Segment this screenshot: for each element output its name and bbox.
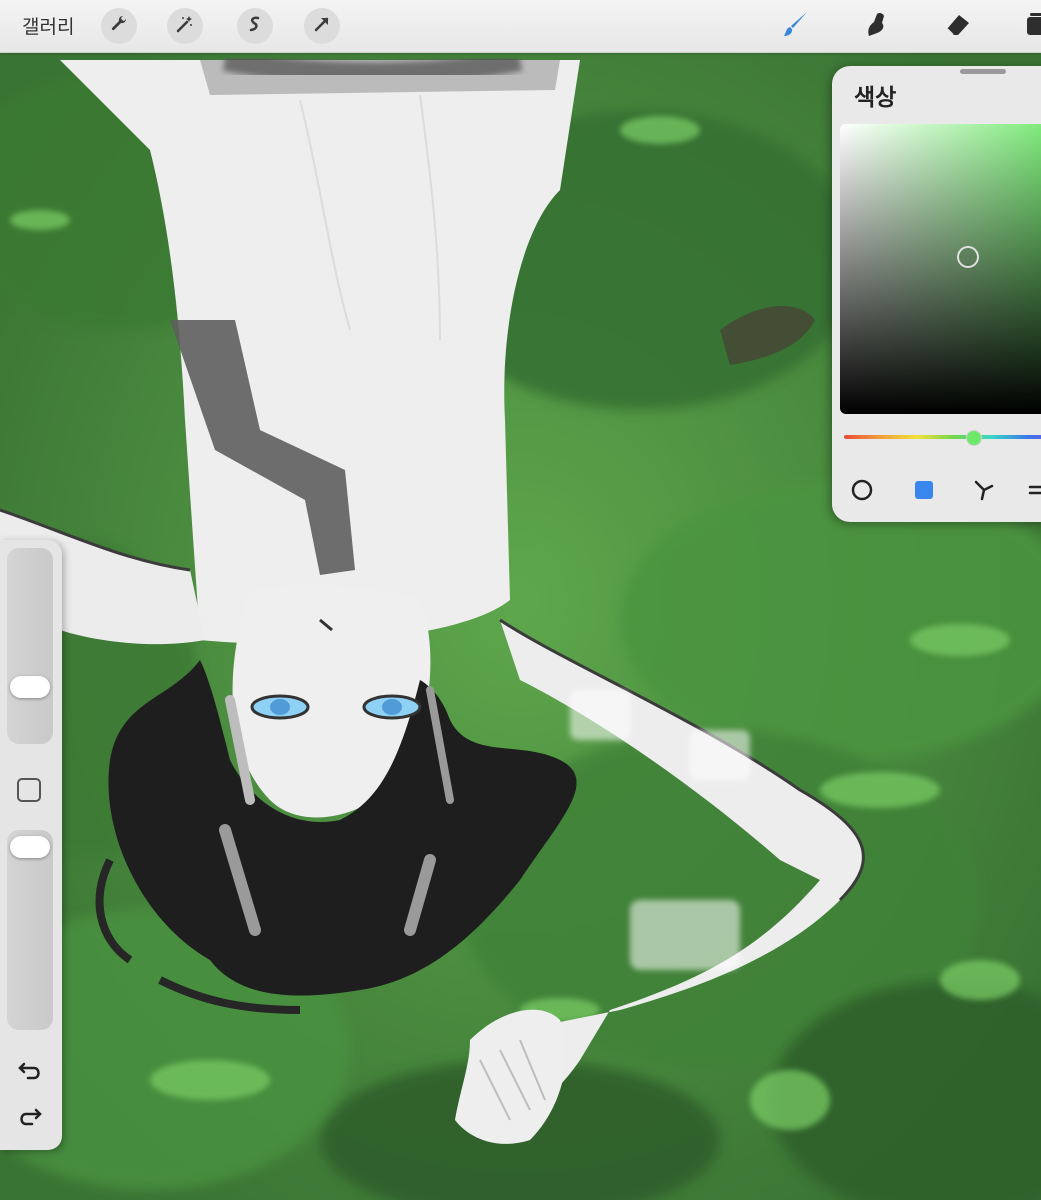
- hue-slider[interactable]: [844, 435, 1041, 439]
- harmony-mode-button[interactable]: [972, 480, 996, 504]
- selection-button[interactable]: [237, 8, 273, 44]
- color-panel: 색상: [832, 66, 1041, 522]
- opacity-slider[interactable]: [7, 830, 53, 1030]
- modify-button[interactable]: [17, 778, 41, 802]
- brush-size-slider[interactable]: [7, 548, 53, 744]
- saturation-brightness-field[interactable]: [840, 124, 1041, 414]
- actions-button[interactable]: [101, 8, 137, 44]
- wrench-icon: [109, 14, 129, 39]
- value-icon: [1028, 478, 1041, 507]
- brush-tool-button[interactable]: [778, 8, 814, 44]
- layers-icon: [1023, 9, 1041, 44]
- color-picker-cursor[interactable]: [957, 246, 979, 268]
- disc-mode-button[interactable]: [850, 478, 874, 507]
- panel-title: 색상: [854, 85, 897, 111]
- adjustments-button[interactable]: [167, 8, 203, 44]
- smudge-icon: [861, 9, 891, 44]
- hue-slider-thumb[interactable]: [966, 430, 982, 446]
- top-toolbar: 갤러리: [0, 0, 1041, 53]
- opacity-thumb[interactable]: [10, 836, 50, 858]
- classic-mode-button[interactable]: [912, 480, 936, 504]
- disc-icon: [850, 478, 874, 507]
- harmony-icon: [972, 478, 996, 507]
- smudge-tool-button[interactable]: [858, 8, 894, 44]
- transform-button[interactable]: [304, 8, 340, 44]
- value-mode-button[interactable]: [1028, 480, 1041, 504]
- layers-button[interactable]: [1020, 8, 1041, 44]
- gallery-button[interactable]: 갤러리: [22, 12, 74, 39]
- transform-arrow-icon: [312, 14, 332, 39]
- panel-grabber[interactable]: [960, 69, 1006, 74]
- undo-icon[interactable]: [16, 1056, 44, 1084]
- brush-icon: [781, 9, 811, 44]
- selection-icon: [245, 14, 265, 39]
- eraser-tool-button[interactable]: [940, 8, 976, 44]
- square-icon: [912, 478, 936, 507]
- left-sidebar: [0, 540, 62, 1150]
- brush-size-thumb[interactable]: [10, 676, 50, 698]
- magic-wand-icon: [175, 14, 195, 39]
- eraser-icon: [943, 9, 973, 44]
- redo-icon[interactable]: [16, 1102, 44, 1130]
